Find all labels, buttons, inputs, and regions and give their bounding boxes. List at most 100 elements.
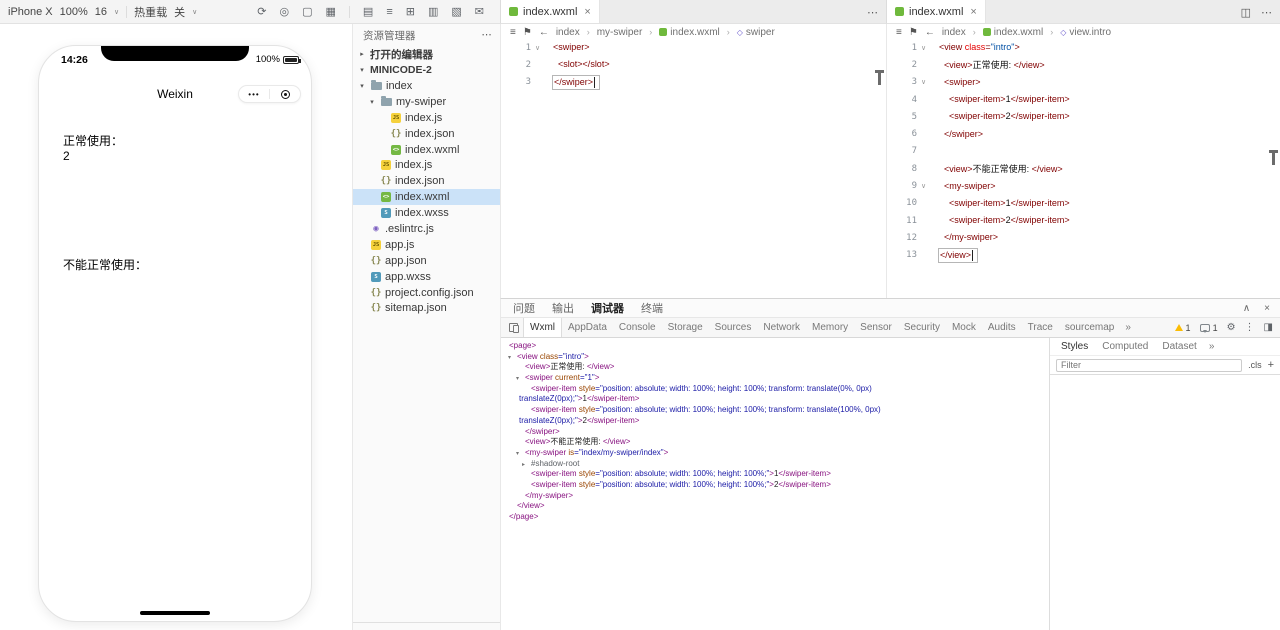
- panel-icon[interactable]: ▥: [428, 5, 438, 18]
- wxml-tree-node[interactable]: translateZ(0px);">2</swiper-item>: [501, 416, 1049, 427]
- code-line-13[interactable]: 13 </view>: [887, 247, 1280, 264]
- menu-icon[interactable]: ≡: [510, 27, 516, 38]
- code-line-8[interactable]: 8 <view>不能正常使用: </view>: [887, 160, 1280, 177]
- list-icon[interactable]: ≡: [386, 6, 392, 18]
- wxml-tree-node[interactable]: <swiper-item style="position: absolute; …: [501, 405, 1049, 416]
- wxml-tree-node[interactable]: <view>正常使用: </view>: [501, 362, 1049, 373]
- back-icon[interactable]: ←: [539, 27, 549, 38]
- tree-file-index.wxss[interactable]: Sindex.wxss: [353, 205, 500, 221]
- fold-arrow-icon[interactable]: ∨: [917, 78, 930, 86]
- wxml-tree-node[interactable]: ▾ <view class="intro">: [501, 352, 1049, 363]
- code-line-1[interactable]: 1 ∨ <view class="intro">: [887, 39, 1280, 56]
- device-toolbar-icon[interactable]: [509, 323, 519, 333]
- tree-file-sitemap.json[interactable]: {} sitemap.json: [353, 300, 500, 316]
- more-actions-icon[interactable]: ⋯: [867, 6, 878, 19]
- devtools-tab-trace[interactable]: Trace: [1022, 318, 1059, 337]
- section-outline[interactable]: ▸ 大纲: [353, 622, 500, 630]
- wxml-element-tree[interactable]: <page> ▾ <view class="intro"> <view>正常使用: <…: [501, 338, 1049, 630]
- split-editor-icon[interactable]: ◫: [1241, 6, 1251, 19]
- tree-file-index.wxml[interactable]: <> index.wxml: [353, 189, 500, 206]
- menu-icon[interactable]: ≡: [896, 27, 902, 38]
- fold-arrow-icon[interactable]: ∨: [917, 44, 930, 52]
- wxml-tree-node[interactable]: </my-swiper>: [501, 491, 1049, 502]
- explorer-more-icon[interactable]: ⋯: [482, 29, 493, 41]
- tree-file-app.json[interactable]: {} app.json: [353, 253, 500, 269]
- back-icon[interactable]: ←: [925, 27, 935, 38]
- breadcrumb-item[interactable]: index: [942, 27, 966, 38]
- tab-index-wxml[interactable]: index.wxml ×: [501, 0, 600, 23]
- record-icon[interactable]: ◎: [280, 5, 290, 18]
- new-style-rule-button[interactable]: +: [1268, 359, 1274, 371]
- devtools-tab-storage[interactable]: Storage: [662, 318, 709, 337]
- close-tab-icon[interactable]: ×: [970, 6, 976, 18]
- styles-tab-computed[interactable]: Computed: [1095, 341, 1155, 352]
- code-line-9[interactable]: 9 ∨ <my-swiper>: [887, 177, 1280, 194]
- dock-side-icon[interactable]: ◨: [1264, 322, 1273, 333]
- code-line-1[interactable]: 1 ∨ <swiper>: [501, 39, 886, 56]
- message-badge[interactable]: 1: [1199, 323, 1218, 333]
- style-filter-input[interactable]: [1056, 358, 1243, 372]
- code-line-4[interactable]: 4 <swiper-item>1</swiper-item>: [887, 91, 1280, 108]
- devtools-tab-mock[interactable]: Mock: [946, 318, 982, 337]
- devtools-tab-security[interactable]: Security: [898, 318, 946, 337]
- styles-tab-styles[interactable]: Styles: [1054, 341, 1095, 352]
- collapse-panel-icon[interactable]: ∧: [1243, 303, 1250, 314]
- wxml-tree-node[interactable]: </page>: [501, 512, 1049, 523]
- tree-file-index.wxml[interactable]: <> index.wxml: [353, 142, 500, 158]
- code-editor[interactable]: 1 ∨ <swiper> 2 <slot></slot> 3 </swiper>: [501, 39, 886, 298]
- debugger-tab-终端[interactable]: 终端: [641, 300, 663, 316]
- more-options-icon[interactable]: ⋮: [1245, 322, 1255, 333]
- files-icon[interactable]: ▤: [363, 5, 373, 18]
- devtools-tab-sourcemap[interactable]: sourcemap: [1059, 318, 1120, 337]
- tree-folder-my-swiper[interactable]: ▾ my-swiper: [353, 94, 500, 110]
- wxml-tree-node[interactable]: </swiper>: [501, 427, 1049, 438]
- more-menu-button[interactable]: •••: [239, 86, 269, 102]
- wxml-tree-node[interactable]: <swiper-item style="position: absolute; …: [501, 469, 1049, 480]
- wxml-tree-node[interactable]: <page>: [501, 341, 1049, 352]
- devtools-tab-wxml[interactable]: Wxml: [523, 318, 562, 337]
- code-line-3[interactable]: 3 ∨ <swiper>: [887, 74, 1280, 91]
- zoom-selector[interactable]: 100%: [60, 6, 88, 18]
- close-panel-icon[interactable]: ×: [1264, 303, 1270, 314]
- devtools-tab-sources[interactable]: Sources: [709, 318, 758, 337]
- debugger-tab-问题[interactable]: 问题: [513, 300, 535, 316]
- tree-file-index.js[interactable]: JS index.js: [353, 157, 500, 173]
- section-project[interactable]: ▾ MINICODE-2: [353, 62, 500, 78]
- wxml-tree-node[interactable]: <swiper-item style="position: absolute; …: [501, 384, 1049, 395]
- bookmark-icon[interactable]: ⚑: [523, 27, 532, 38]
- code-line-2[interactable]: 2 <slot></slot>: [501, 56, 886, 73]
- multi-window-icon[interactable]: ▦: [326, 5, 336, 18]
- wxml-tree-node[interactable]: translateZ(0px);">1</swiper-item>: [501, 394, 1049, 405]
- font-size-selector[interactable]: 16: [95, 6, 107, 18]
- device-selector[interactable]: iPhone X: [8, 6, 53, 18]
- code-line-5[interactable]: 5 <swiper-item>2</swiper-item>: [887, 108, 1280, 125]
- wxml-tree-node[interactable]: </view>: [501, 501, 1049, 512]
- breadcrumb-item[interactable]: index.wxml: [982, 27, 1043, 38]
- theme-icon[interactable]: ▧: [451, 5, 461, 18]
- section-open-editors[interactable]: ▸ 打开的编辑器: [353, 46, 500, 62]
- warning-badge[interactable]: 1: [1174, 323, 1191, 333]
- hot-reload-toggle[interactable]: 关: [174, 4, 185, 20]
- debugger-tab-输出[interactable]: 输出: [552, 300, 574, 316]
- code-line-11[interactable]: 11 <swiper-item>2</swiper-item>: [887, 212, 1280, 229]
- tree-file-app.js[interactable]: JS app.js: [353, 237, 500, 253]
- tree-file-app.wxss[interactable]: Sapp.wxss: [353, 269, 500, 285]
- breadcrumb-item[interactable]: my-swiper: [597, 27, 643, 38]
- grid-icon[interactable]: ⊞: [406, 5, 415, 18]
- tree-file-.eslintrc.js[interactable]: ◉ .eslintrc.js: [353, 221, 500, 237]
- devtools-tab-sensor[interactable]: Sensor: [854, 318, 898, 337]
- tab-overflow-icon[interactable]: »: [1204, 341, 1220, 352]
- debugger-tab-调试器[interactable]: 调试器: [591, 300, 624, 316]
- tree-file-index.js[interactable]: JS index.js: [353, 110, 500, 126]
- devtools-tab-network[interactable]: Network: [757, 318, 806, 337]
- devtools-tab-audits[interactable]: Audits: [982, 318, 1022, 337]
- wxml-tree-node[interactable]: <view>不能正常使用: </view>: [501, 437, 1049, 448]
- styles-tab-dataset[interactable]: Dataset: [1155, 341, 1203, 352]
- tree-file-project.config.json[interactable]: {} project.config.json: [353, 285, 500, 301]
- feedback-icon[interactable]: ✉: [475, 5, 484, 18]
- tree-file-index.json[interactable]: {} index.json: [353, 173, 500, 189]
- code-line-10[interactable]: 10 <swiper-item>1</swiper-item>: [887, 195, 1280, 212]
- screenshot-icon[interactable]: ▢: [302, 5, 312, 18]
- more-actions-icon[interactable]: ⋯: [1261, 6, 1272, 19]
- home-button[interactable]: [270, 86, 300, 102]
